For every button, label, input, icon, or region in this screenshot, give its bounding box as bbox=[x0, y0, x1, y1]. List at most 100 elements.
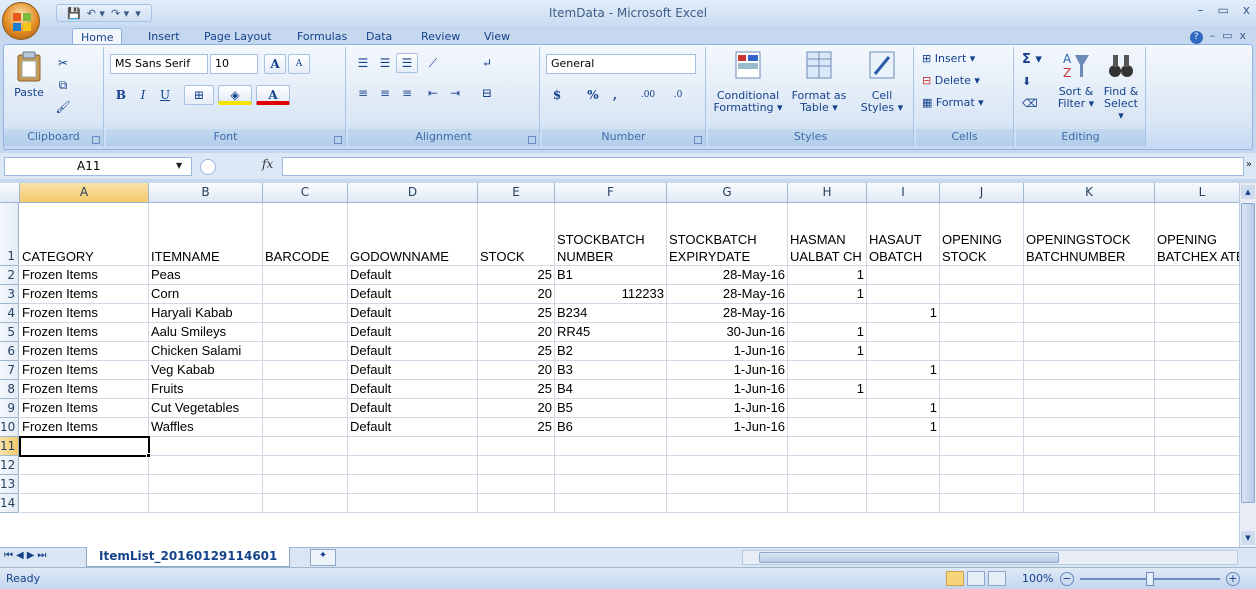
format-cells-button[interactable]: ▦ Format ▾ bbox=[922, 96, 984, 109]
insert-function-button[interactable]: fx bbox=[262, 157, 273, 171]
empty-cell[interactable] bbox=[478, 494, 555, 513]
table-cell[interactable]: 1 bbox=[867, 399, 940, 418]
table-cell[interactable] bbox=[263, 285, 348, 304]
header-cell[interactable]: CATEGORY bbox=[20, 203, 149, 266]
table-cell[interactable]: 20 bbox=[478, 361, 555, 380]
align-right-icon[interactable]: ≡ bbox=[396, 83, 418, 103]
fill-color-icon[interactable]: ◈ bbox=[218, 85, 252, 105]
number-launcher-icon[interactable] bbox=[694, 136, 702, 144]
column-header-e[interactable]: E bbox=[478, 183, 555, 203]
table-cell[interactable] bbox=[940, 266, 1024, 285]
table-cell[interactable] bbox=[1155, 323, 1250, 342]
empty-cell[interactable] bbox=[788, 437, 867, 456]
header-cell[interactable]: HASMAN UALBAT CH bbox=[788, 203, 867, 266]
expand-formula-bar-icon[interactable]: » bbox=[1246, 159, 1252, 170]
table-cell[interactable] bbox=[940, 399, 1024, 418]
header-cell[interactable]: ITEMNAME bbox=[149, 203, 263, 266]
font-size-select[interactable]: 10 bbox=[210, 54, 258, 74]
header-cell[interactable]: OPENING BATCHEX ATE bbox=[1155, 203, 1250, 266]
zoom-in-icon[interactable]: + bbox=[1226, 572, 1240, 586]
increase-decimal-button[interactable]: .00 bbox=[634, 85, 662, 105]
empty-cell[interactable] bbox=[940, 494, 1024, 513]
conditional-formatting-button[interactable]: Conditional Formatting ▾ bbox=[712, 49, 784, 114]
empty-cell[interactable] bbox=[867, 437, 940, 456]
delete-cells-button[interactable]: ⊟ Delete ▾ bbox=[922, 74, 980, 87]
table-cell[interactable] bbox=[1155, 399, 1250, 418]
table-cell[interactable]: 1-Jun-16 bbox=[667, 418, 788, 437]
empty-cell[interactable] bbox=[478, 456, 555, 475]
table-cell[interactable]: 25 bbox=[478, 304, 555, 323]
table-cell[interactable]: Default bbox=[348, 418, 478, 437]
format-as-table-button[interactable]: Format as Table ▾ bbox=[786, 49, 852, 114]
column-header-c[interactable]: C bbox=[263, 183, 348, 203]
table-cell[interactable]: 25 bbox=[478, 380, 555, 399]
scroll-down-icon[interactable]: ▼ bbox=[1241, 531, 1255, 545]
row-header-2[interactable]: 2 bbox=[0, 266, 19, 285]
sort-filter-button[interactable]: AZ Sort & Filter ▾ bbox=[1056, 49, 1096, 110]
table-cell[interactable]: Default bbox=[348, 285, 478, 304]
table-cell[interactable]: Default bbox=[348, 266, 478, 285]
table-cell[interactable] bbox=[1155, 304, 1250, 323]
empty-cell[interactable] bbox=[1155, 437, 1250, 456]
header-cell[interactable]: STOCKBATCH NUMBER bbox=[555, 203, 667, 266]
close-button[interactable]: x bbox=[1243, 3, 1250, 17]
sheet-navigation-icons[interactable]: ⏮◀▶⏭ bbox=[4, 550, 49, 561]
minimize-button[interactable]: – bbox=[1198, 3, 1204, 17]
vertical-scrollbar[interactable]: ▲ ▼ bbox=[1239, 183, 1256, 547]
font-name-select[interactable]: MS Sans Serif bbox=[110, 54, 208, 74]
fill-icon[interactable]: ⬇ bbox=[1022, 75, 1031, 88]
header-cell[interactable]: OPENING STOCK bbox=[940, 203, 1024, 266]
table-cell[interactable] bbox=[940, 380, 1024, 399]
table-cell[interactable] bbox=[1155, 266, 1250, 285]
empty-cell[interactable] bbox=[263, 494, 348, 513]
empty-cell[interactable] bbox=[263, 456, 348, 475]
scroll-up-icon[interactable]: ▲ bbox=[1241, 185, 1255, 199]
table-cell[interactable]: Frozen Items bbox=[20, 285, 149, 304]
cell-styles-button[interactable]: Cell Styles ▾ bbox=[854, 49, 910, 114]
column-header-d[interactable]: D bbox=[348, 183, 478, 203]
align-bottom-icon[interactable]: ☰ bbox=[396, 53, 418, 73]
table-cell[interactable]: Fruits bbox=[149, 380, 263, 399]
table-cell[interactable]: RR45 bbox=[555, 323, 667, 342]
empty-cell[interactable] bbox=[149, 456, 263, 475]
table-cell[interactable] bbox=[263, 323, 348, 342]
table-cell[interactable]: 1-Jun-16 bbox=[667, 361, 788, 380]
format-painter-icon[interactable]: 🖌 bbox=[52, 97, 74, 117]
empty-cell[interactable] bbox=[940, 437, 1024, 456]
table-cell[interactable] bbox=[1155, 285, 1250, 304]
table-cell[interactable] bbox=[1155, 418, 1250, 437]
insert-sheet-icon[interactable]: ✦ bbox=[310, 549, 336, 566]
table-cell[interactable] bbox=[263, 380, 348, 399]
decrease-decimal-button[interactable]: .0 bbox=[664, 85, 692, 105]
table-cell[interactable]: 1-Jun-16 bbox=[667, 380, 788, 399]
empty-cell[interactable] bbox=[149, 475, 263, 494]
table-cell[interactable]: Default bbox=[348, 380, 478, 399]
zoom-out-icon[interactable]: − bbox=[1060, 572, 1074, 586]
table-cell[interactable]: Default bbox=[348, 342, 478, 361]
empty-cell[interactable] bbox=[478, 437, 555, 456]
borders-icon[interactable]: ⊞ bbox=[184, 85, 214, 105]
table-cell[interactable]: 25 bbox=[478, 266, 555, 285]
alignment-launcher-icon[interactable] bbox=[528, 136, 536, 144]
table-cell[interactable]: Frozen Items bbox=[20, 323, 149, 342]
empty-cell[interactable] bbox=[149, 494, 263, 513]
office-button[interactable] bbox=[2, 2, 40, 40]
row-header-14[interactable]: 14 bbox=[0, 494, 19, 513]
empty-cell[interactable] bbox=[1155, 456, 1250, 475]
table-cell[interactable]: Frozen Items bbox=[20, 361, 149, 380]
table-cell[interactable] bbox=[867, 342, 940, 361]
find-select-button[interactable]: Find & Select ▾ bbox=[1100, 49, 1142, 122]
column-header-b[interactable]: B bbox=[149, 183, 263, 203]
table-cell[interactable]: Frozen Items bbox=[20, 418, 149, 437]
comma-button[interactable]: , bbox=[604, 85, 626, 105]
clear-icon[interactable]: ⌫ bbox=[1022, 97, 1038, 110]
formula-input[interactable] bbox=[282, 157, 1244, 176]
header-cell[interactable]: STOCK bbox=[478, 203, 555, 266]
empty-cell[interactable] bbox=[1024, 494, 1155, 513]
empty-cell[interactable] bbox=[940, 475, 1024, 494]
decrease-indent-icon[interactable]: ⇤ bbox=[422, 83, 444, 103]
header-cell[interactable]: HASAUT OBATCH bbox=[867, 203, 940, 266]
header-cell[interactable]: STOCKBATCH EXPIRYDATE bbox=[667, 203, 788, 266]
table-cell[interactable] bbox=[1155, 361, 1250, 380]
font-launcher-icon[interactable] bbox=[334, 136, 342, 144]
